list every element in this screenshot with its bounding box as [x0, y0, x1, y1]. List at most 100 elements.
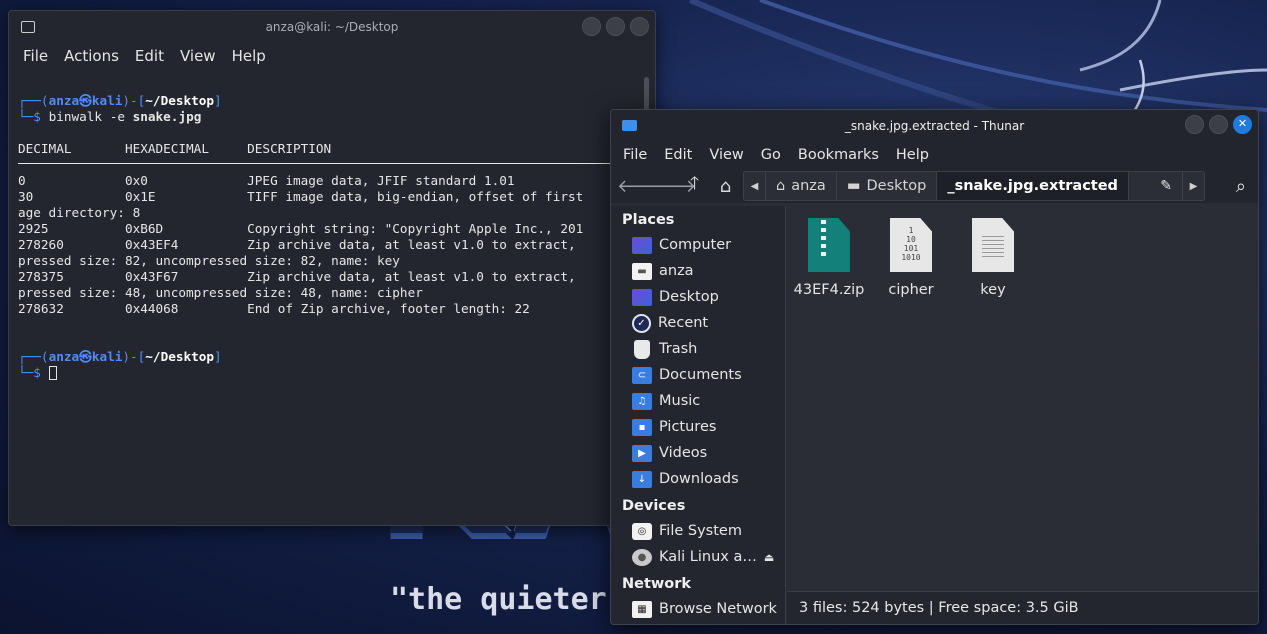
edit-location-button[interactable]: ✎: [1129, 172, 1182, 200]
breadcrumb-desktop[interactable]: ▬ Desktop: [837, 172, 938, 200]
sidebar-item-documents[interactable]: ⊂ Documents: [611, 362, 785, 388]
file-item-cipher[interactable]: 1 10 101 1010 cipher: [871, 218, 951, 298]
menu-file[interactable]: File: [623, 147, 647, 163]
file-item-zip[interactable]: 43EF4.zip: [789, 218, 869, 298]
sidebar-item-recent[interactable]: ✓ Recent: [611, 310, 785, 336]
menu-view[interactable]: View: [180, 47, 216, 65]
network-icon: ▦: [632, 600, 652, 618]
folder-icon: [622, 120, 637, 131]
desktop-folder-icon: [632, 288, 652, 306]
menu-help[interactable]: Help: [232, 47, 266, 65]
output-line: 0 0x0 JPEG image data, JFIF standard 1.0…: [18, 173, 515, 188]
wallpaper-tagline: "the quieter: [390, 582, 607, 617]
binary-file-icon: 1 10 101 1010: [890, 218, 932, 272]
home-folder-icon: ▬: [632, 262, 652, 280]
documents-folder-icon: ⊂: [632, 366, 652, 384]
sidebar-item-label: Videos: [659, 445, 708, 461]
prompt-path: ~/Desktop: [145, 93, 215, 108]
minimize-button[interactable]: [1185, 115, 1204, 134]
prompt-host: kali: [91, 349, 123, 364]
terminal-icon: [21, 21, 35, 33]
menu-help[interactable]: Help: [896, 147, 929, 163]
menu-edit[interactable]: Edit: [135, 47, 164, 65]
up-arrow-icon[interactable]: 🡑: [679, 171, 710, 201]
output-line: 278260 0x43EF4 Zip archive data, at leas…: [18, 237, 576, 252]
terminal-output[interactable]: ┌──(anza㉿kali)-[~/Desktop] └─$ binwalk -…: [9, 77, 639, 525]
pencil-icon: ✎: [1160, 178, 1172, 194]
sidebar-item-file-system[interactable]: ◎ File System: [611, 518, 785, 544]
file-name: 43EF4.zip: [793, 282, 865, 298]
sidebar-item-label: Pictures: [659, 419, 717, 435]
file-name: key: [980, 282, 1006, 298]
sidebar-item-label: Computer: [659, 237, 732, 253]
menu-file[interactable]: File: [23, 47, 48, 65]
breadcrumb-anza[interactable]: ⌂ anza: [766, 172, 837, 200]
breadcrumb-current[interactable]: _snake.jpg.extracted: [937, 172, 1129, 200]
file-item-key[interactable]: key: [953, 218, 1033, 298]
output-divider: [18, 163, 639, 173]
menu-view[interactable]: View: [709, 147, 743, 163]
breadcrumb-label: _snake.jpg.extracted: [947, 178, 1118, 194]
file-view[interactable]: 43EF4.zip 1 10 101 1010 cipher key: [787, 206, 1258, 591]
menu-actions[interactable]: Actions: [64, 47, 119, 65]
back-arrow-icon[interactable]: 🡐: [617, 176, 665, 197]
path-scroll-right-icon[interactable]: ▶: [1182, 172, 1204, 200]
prompt-at-symbol: ㉿: [79, 93, 92, 108]
menu-bookmarks[interactable]: Bookmarks: [798, 147, 879, 163]
optical-disc-icon: ●: [632, 548, 652, 566]
sidebar-section-devices: Devices: [622, 498, 686, 514]
sidebar-item-label: Desktop: [659, 289, 719, 305]
thunar-title: _snake.jpg.extracted - Thunar: [844, 118, 1025, 133]
breadcrumb-label: anza: [791, 178, 826, 194]
sidebar-item-desktop[interactable]: Desktop: [611, 284, 785, 310]
maximize-button[interactable]: [1209, 115, 1228, 134]
text-file-icon: [972, 218, 1014, 272]
breadcrumb-label: Desktop: [866, 178, 927, 194]
desktop-icon: ▬: [846, 178, 861, 194]
sidebar-item-kali-disc[interactable]: ● Kali Linux a… ⏏: [611, 544, 785, 570]
pictures-folder-icon: ▪: [632, 418, 652, 436]
terminal-menubar: File Actions Edit View Help: [9, 43, 655, 69]
output-table-header: DECIMAL HEXADECIMAL DESCRIPTION: [18, 141, 332, 156]
music-folder-icon: ♫: [632, 392, 652, 410]
terminal-titlebar[interactable]: anza@kali: ~/Desktop: [9, 11, 655, 43]
path-scroll-left-icon[interactable]: ◀: [744, 172, 766, 200]
sidebar-item-videos[interactable]: ▶ Videos: [611, 440, 785, 466]
command-arg: snake.jpg: [132, 109, 202, 124]
output-line: pressed size: 48, uncompressed size: 48,…: [18, 285, 423, 300]
sidebar-item-pictures[interactable]: ▪ Pictures: [611, 414, 785, 440]
videos-folder-icon: ▶: [632, 444, 652, 462]
terminal-window[interactable]: anza@kali: ~/Desktop File Actions Edit V…: [8, 10, 656, 526]
command-name: binwalk: [48, 109, 103, 124]
path-bar: ◀ ⌂ anza ▬ Desktop _snake.jpg.extracted ✎ …: [743, 171, 1205, 201]
maximize-button[interactable]: [606, 17, 625, 36]
home-icon[interactable]: ⌂: [710, 176, 741, 197]
sidebar-item-music[interactable]: ♫ Music: [611, 388, 785, 414]
thunar-menubar: File Edit View Go Bookmarks Help: [611, 141, 1258, 169]
thunar-titlebar[interactable]: _snake.jpg.extracted - Thunar: [611, 110, 1258, 141]
sidebar-item-trash[interactable]: Trash: [611, 336, 785, 362]
prompt-user: anza: [48, 93, 80, 108]
eject-icon[interactable]: ⏏: [764, 551, 774, 564]
sidebar-item-computer[interactable]: Computer: [611, 232, 785, 258]
prompt-path: ~/Desktop: [145, 349, 215, 364]
prompt-user: anza: [48, 349, 80, 364]
search-icon[interactable]: ⌕: [1236, 176, 1246, 197]
close-button[interactable]: [1233, 115, 1252, 134]
sidebar-item-browse-network[interactable]: ▦ Browse Network: [611, 596, 785, 622]
sidebar-item-label: Recent: [658, 315, 709, 331]
menu-go[interactable]: Go: [761, 147, 781, 163]
sidebar-item-anza[interactable]: ▬ anza: [611, 258, 785, 284]
minimize-button[interactable]: [582, 17, 601, 36]
close-button[interactable]: [630, 17, 649, 36]
sidebar-item-downloads[interactable]: ↓ Downloads: [611, 466, 785, 492]
zip-archive-icon: [808, 218, 850, 272]
output-line: 2925 0xB6D Copyright string: "Copyright …: [18, 221, 584, 236]
output-line: 278632 0x44068 End of Zip archive, foote…: [18, 301, 530, 316]
sidebar-item-label: Music: [659, 393, 701, 409]
forward-arrow-icon[interactable]: 🡒: [648, 176, 696, 197]
menu-edit[interactable]: Edit: [664, 147, 692, 163]
thunar-window[interactable]: _snake.jpg.extracted - Thunar File Edit …: [610, 109, 1259, 625]
thunar-toolbar: 🡐 🡒 🡑 ⌂ ◀ ⌂ anza ▬ Desktop _snake.jpg.extr…: [611, 169, 1258, 203]
sidebar-section-places: Places: [622, 212, 675, 228]
